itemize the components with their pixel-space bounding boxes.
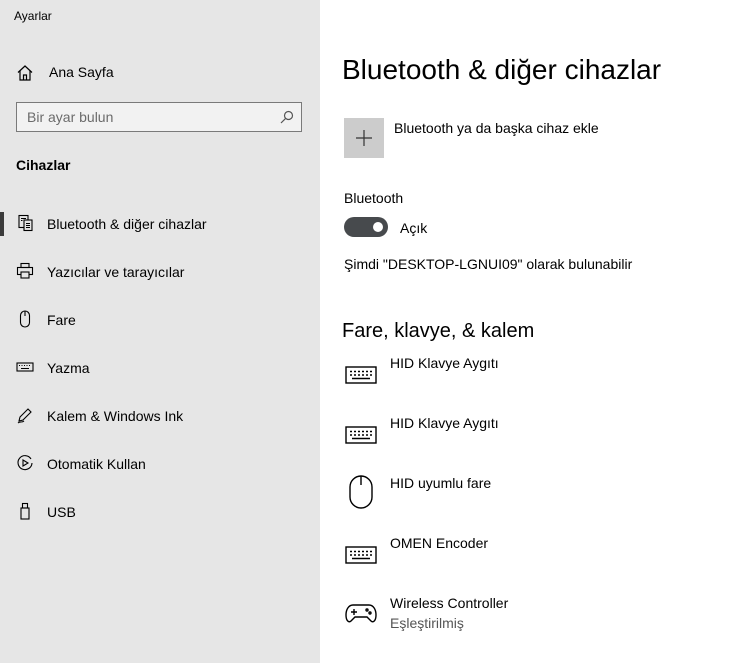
- sidebar-item-usb[interactable]: USB: [0, 492, 320, 532]
- mouse-icon: [16, 310, 34, 328]
- section-title: Cihazlar: [16, 157, 71, 173]
- sidebar-item-autoplay[interactable]: Otomatik Kullan: [0, 444, 320, 484]
- device-name: Wireless Controller: [390, 595, 509, 611]
- device-name: OMEN Encoder: [390, 535, 489, 551]
- home-label: Ana Sayfa: [49, 64, 114, 80]
- keyboard-icon: [16, 358, 34, 376]
- sidebar-item-label: Otomatik Kullan: [47, 456, 146, 472]
- sidebar-item-label: Yazma: [47, 360, 90, 376]
- add-device-label[interactable]: Bluetooth ya da başka cihaz ekle: [394, 120, 599, 136]
- app-title: Ayarlar: [14, 9, 52, 23]
- sidebar-item-label: USB: [47, 504, 76, 520]
- toggle-knob: [373, 222, 383, 232]
- sidebar-item-label: Kalem & Windows Ink: [47, 408, 184, 424]
- sidebar-item-bluetooth[interactable]: Bluetooth & diğer cihazlar: [0, 204, 320, 244]
- device-item[interactable]: Wireless Controller Eşleştirilmiş: [320, 595, 732, 649]
- device-item[interactable]: HID Klavye Aygıtı: [320, 415, 732, 469]
- sidebar-item-label: Fare: [47, 312, 76, 328]
- keyboard-icon: [344, 357, 378, 391]
- gamepad-icon: [344, 596, 378, 630]
- usb-icon: [16, 502, 34, 520]
- sidebar-item-label: Yazıcılar ve tarayıcılar: [47, 264, 185, 280]
- pen-icon: [16, 406, 34, 424]
- discoverable-text: Şimdi "DESKTOP-LGNUI09" olarak bulunabil…: [344, 256, 633, 272]
- sidebar: Ayarlar Ana Sayfa Cihazlar Bluetooth & d…: [0, 0, 320, 663]
- settings-search[interactable]: [16, 102, 302, 132]
- sidebar-item-mouse[interactable]: Fare: [0, 300, 320, 340]
- home-nav-item[interactable]: Ana Sayfa: [0, 56, 320, 88]
- device-item[interactable]: OMEN Encoder: [320, 535, 732, 589]
- search-input[interactable]: [27, 108, 267, 126]
- bluetooth-label: Bluetooth: [344, 190, 404, 206]
- page-title: Bluetooth & diğer cihazlar: [342, 54, 662, 85]
- device-item[interactable]: HID uyumlu fare: [320, 475, 732, 529]
- device-item[interactable]: HID Klavye Aygıtı: [320, 355, 732, 409]
- device-name: HID uyumlu fare: [390, 475, 492, 491]
- mouse-icon: [344, 475, 378, 509]
- devices-section-title: Fare, klavye, & kalem: [342, 320, 535, 342]
- bluetooth-devices-icon: [16, 214, 34, 232]
- search-icon[interactable]: [280, 110, 294, 124]
- sidebar-item-printers[interactable]: Yazıcılar ve tarayıcılar: [0, 252, 320, 292]
- main-content: Bluetooth & diğer cihazlar Bluetooth ya …: [320, 0, 732, 663]
- keyboard-icon: [344, 537, 378, 571]
- sidebar-item-label: Bluetooth & diğer cihazlar: [47, 216, 207, 232]
- plus-icon: [356, 130, 372, 146]
- sidebar-item-typing[interactable]: Yazma: [0, 348, 320, 388]
- keyboard-icon: [344, 417, 378, 451]
- bluetooth-state-label: Açık: [400, 220, 428, 236]
- device-status: Eşleştirilmiş: [390, 615, 464, 631]
- device-name: HID Klavye Aygıtı: [390, 355, 499, 371]
- printer-icon: [16, 262, 34, 280]
- device-name: HID Klavye Aygıtı: [390, 415, 499, 431]
- add-device-button[interactable]: [344, 118, 384, 158]
- active-indicator: [0, 212, 4, 236]
- sidebar-item-pen[interactable]: Kalem & Windows Ink: [0, 396, 320, 436]
- autoplay-icon: [16, 454, 34, 472]
- bluetooth-toggle[interactable]: [344, 217, 388, 237]
- home-icon: [16, 64, 34, 82]
